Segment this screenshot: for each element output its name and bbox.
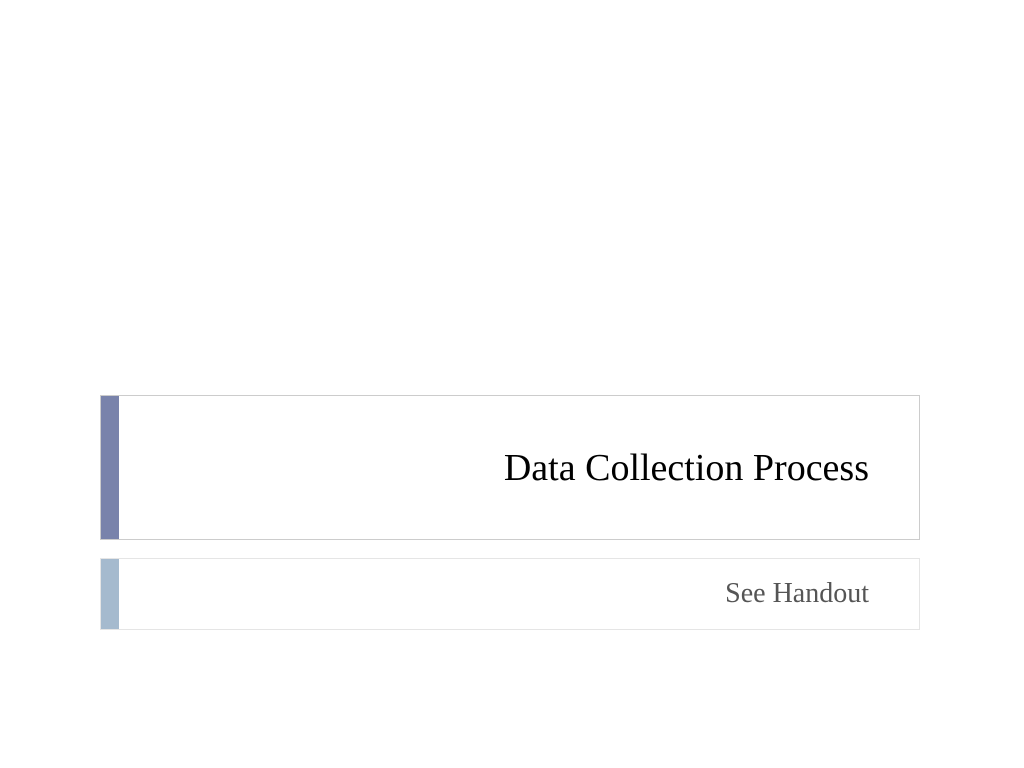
slide-title: Data Collection Process [504,446,869,490]
subtitle-content: See Handout [119,559,919,629]
title-content: Data Collection Process [119,396,919,539]
subtitle-accent-bar [101,559,119,629]
slide-subtitle: See Handout [725,578,869,610]
title-accent-bar [101,396,119,539]
title-box: Data Collection Process [100,395,920,540]
subtitle-box: See Handout [100,558,920,630]
slide-container: Data Collection Process See Handout [100,395,920,630]
